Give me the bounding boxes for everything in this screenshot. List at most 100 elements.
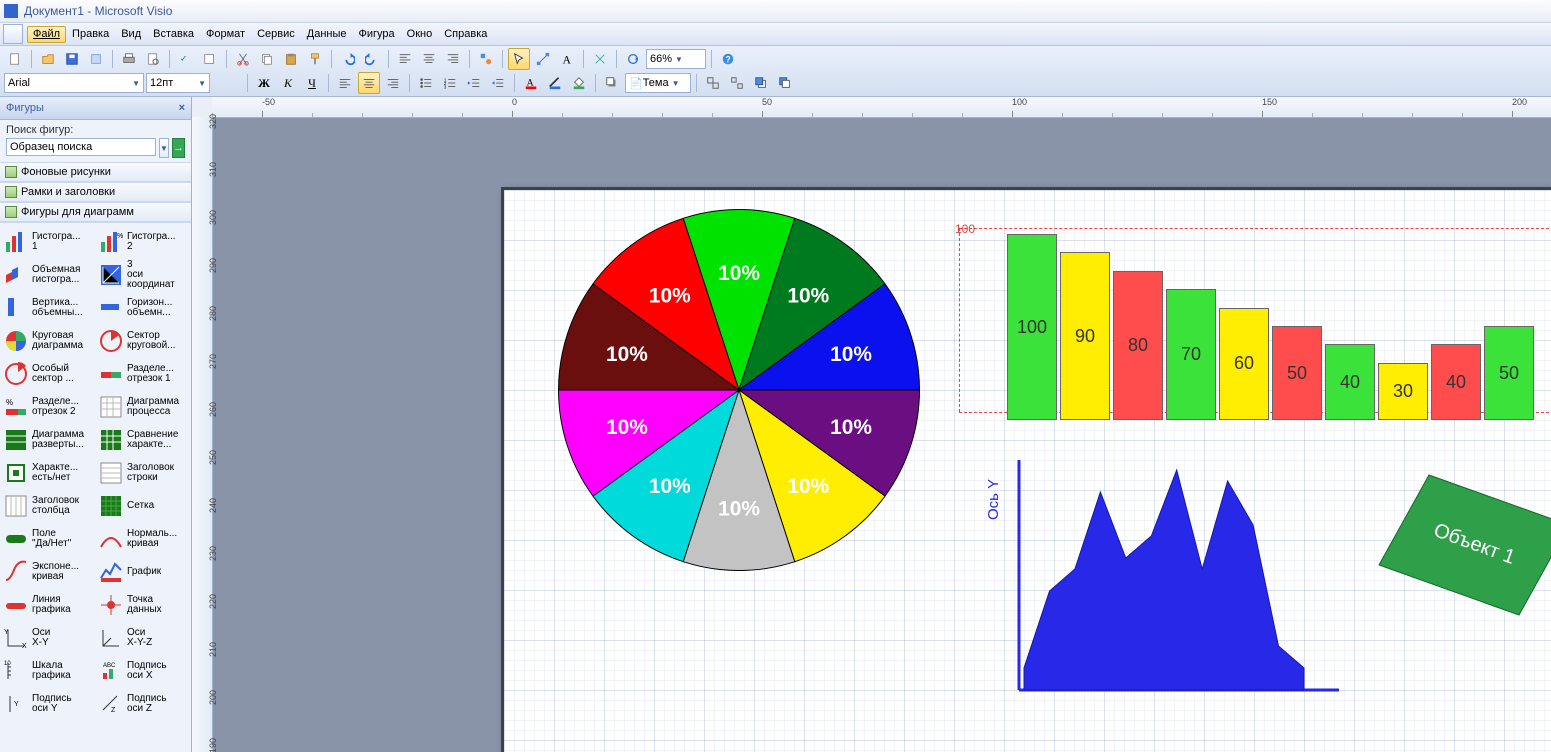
stencil-item[interactable]: Сетка <box>96 490 190 522</box>
pointer-tool-icon[interactable] <box>508 48 530 70</box>
copy-icon[interactable] <box>256 48 278 70</box>
theme-combo[interactable]: 📄Тема▼ <box>625 73 691 93</box>
rotate-icon[interactable] <box>622 48 644 70</box>
connection-point-icon[interactable] <box>589 48 611 70</box>
text-align-right-icon[interactable] <box>382 72 404 94</box>
search-input[interactable] <box>6 138 156 156</box>
font-size-combo[interactable]: 12пт▼ <box>146 73 210 93</box>
stencil-item[interactable]: Особый сектор ... <box>1 358 95 390</box>
ungroup-icon[interactable] <box>726 72 748 94</box>
shadow-icon[interactable] <box>601 72 623 94</box>
stencil-item[interactable]: ZПодпись оси Z <box>96 688 190 720</box>
zoom-combo[interactable]: 66%▼ <box>646 49 706 69</box>
menu-help[interactable]: Справка <box>438 26 493 43</box>
decrease-indent-icon[interactable] <box>463 72 485 94</box>
stencil-item[interactable]: Заголовок строки <box>96 457 190 489</box>
stencil-item[interactable]: 10Шкала графика <box>1 655 95 687</box>
cut-icon[interactable] <box>232 48 254 70</box>
open-icon[interactable] <box>37 48 59 70</box>
bring-front-icon[interactable] <box>750 72 772 94</box>
menu-tools[interactable]: Сервис <box>251 26 301 43</box>
category-charting[interactable]: Фигуры для диаграмм <box>0 202 191 222</box>
stencil-item[interactable]: Вертика... объемны... <box>1 292 95 324</box>
stencil-item[interactable]: YXОси X-Y <box>1 622 95 654</box>
menu-control-icon[interactable] <box>3 24 23 44</box>
stencil-item[interactable]: Экспоне... кривая <box>1 556 95 588</box>
menu-view[interactable]: Вид <box>115 26 147 43</box>
stencil-item[interactable]: 3 оси координат <box>96 259 190 291</box>
search-dropdown-icon[interactable]: ▼ <box>159 138 169 158</box>
print-preview-icon[interactable] <box>142 48 164 70</box>
send-back-icon[interactable] <box>774 72 796 94</box>
stencil-item[interactable]: Поле "Да/Нет" <box>1 523 95 555</box>
italic-icon[interactable]: К <box>277 72 299 94</box>
align-right-icon[interactable] <box>442 48 464 70</box>
stencil-item[interactable]: Сектор круговой... <box>96 325 190 357</box>
text-align-center-icon[interactable] <box>358 72 380 94</box>
text-align-left-icon[interactable] <box>334 72 356 94</box>
stencil-item[interactable]: %Гистогра... 2 <box>96 226 190 258</box>
bar[interactable]: 40 <box>1325 344 1375 420</box>
bar[interactable]: 70 <box>1166 289 1216 420</box>
pie-chart[interactable]: 10%10%10%10%10%10%10%10%10%10% <box>549 200 929 580</box>
new-doc-icon[interactable] <box>4 48 26 70</box>
bullets-icon[interactable] <box>415 72 437 94</box>
align-center-icon[interactable] <box>418 48 440 70</box>
font-family-combo[interactable]: Arial▼ <box>4 73 144 93</box>
stencil-item[interactable]: Заголовок столбца <box>1 490 95 522</box>
menu-format[interactable]: Формат <box>200 26 251 43</box>
stencil-item[interactable]: Круговая диаграмма <box>1 325 95 357</box>
group-icon[interactable] <box>702 72 724 94</box>
stencil-item[interactable]: Характе... есть/нет <box>1 457 95 489</box>
search-go-button[interactable]: → <box>172 138 185 158</box>
stencil-item[interactable]: График <box>96 556 190 588</box>
bar[interactable]: 80 <box>1113 271 1163 420</box>
parallelogram-object[interactable]: Объект 1 <box>1374 470 1551 623</box>
menu-window[interactable]: Окно <box>401 26 439 43</box>
line-color-icon[interactable] <box>544 72 566 94</box>
bar[interactable]: 30 <box>1378 363 1428 420</box>
help-icon[interactable]: ? <box>717 48 739 70</box>
bar[interactable]: 50 <box>1484 326 1534 420</box>
stencil-item[interactable]: Оси X-Y-Z <box>96 622 190 654</box>
close-icon[interactable]: × <box>179 102 185 114</box>
bar-chart[interactable]: 100 100908070605040304050 <box>989 220 1551 420</box>
drawing-page[interactable]: 10%10%10%10%10%10%10%10%10%10% 100 10090… <box>501 187 1551 752</box>
stencil-item[interactable]: Горизон... объемн... <box>96 292 190 324</box>
stencil-item[interactable]: Точка данных <box>96 589 190 621</box>
redo-icon[interactable] <box>361 48 383 70</box>
save-all-icon[interactable] <box>85 48 107 70</box>
save-icon[interactable] <box>61 48 83 70</box>
bar[interactable]: 100 <box>1007 234 1057 420</box>
menu-file[interactable]: Файл <box>27 26 66 43</box>
connector-tool-icon[interactable] <box>532 48 554 70</box>
numbering-icon[interactable]: 123 <box>439 72 461 94</box>
menu-shape[interactable]: Фигура <box>353 26 401 43</box>
stencil-item[interactable]: YПодпись оси Y <box>1 688 95 720</box>
category-borders[interactable]: Рамки и заголовки <box>0 182 191 202</box>
shapes-icon[interactable] <box>475 48 497 70</box>
stencil-item[interactable]: Сравнение характе... <box>96 424 190 456</box>
increase-indent-icon[interactable] <box>487 72 509 94</box>
area-chart[interactable]: Ось Y <box>989 450 1349 710</box>
stencil-item[interactable]: Объемная гистогра... <box>1 259 95 291</box>
bold-icon[interactable]: Ж <box>253 72 275 94</box>
viewport[interactable]: 10%10%10%10%10%10%10%10%10%10% 100 10090… <box>212 117 1551 752</box>
research-icon[interactable] <box>199 48 221 70</box>
spelling-icon[interactable]: ✓ <box>175 48 197 70</box>
stencil-item[interactable]: Гистогра... 1 <box>1 226 95 258</box>
text-tool-icon[interactable]: A <box>556 48 578 70</box>
print-icon[interactable] <box>118 48 140 70</box>
stencil-item[interactable]: Диаграмма разверты... <box>1 424 95 456</box>
bar[interactable]: 50 <box>1272 326 1322 420</box>
stencil-item[interactable]: ABCПодпись оси X <box>96 655 190 687</box>
menu-data[interactable]: Данные <box>301 26 353 43</box>
menu-edit[interactable]: Правка <box>66 26 115 43</box>
bar[interactable]: 40 <box>1431 344 1481 420</box>
stencil-item[interactable]: Разделе... отрезок 1 <box>96 358 190 390</box>
menu-insert[interactable]: Вставка <box>147 26 200 43</box>
bar[interactable]: 60 <box>1219 308 1269 420</box>
paste-icon[interactable] <box>280 48 302 70</box>
font-color-icon[interactable]: A <box>520 72 542 94</box>
category-backgrounds[interactable]: Фоновые рисунки <box>0 162 191 182</box>
